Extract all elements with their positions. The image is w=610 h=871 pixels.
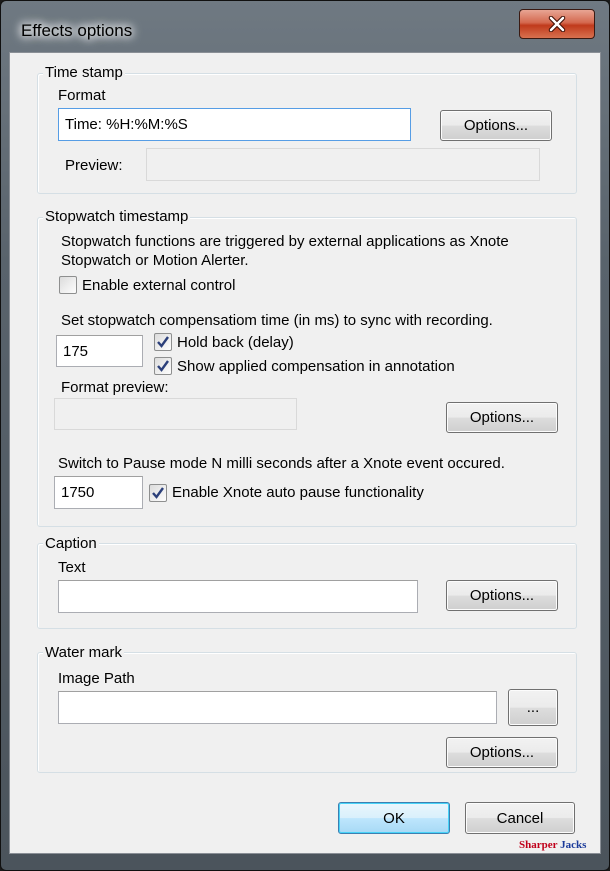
timestamp-preview-label: Preview: — [65, 157, 123, 174]
format-preview-field — [54, 398, 297, 430]
stopwatch-group-label: Stopwatch timestamp — [43, 208, 191, 225]
dialog-client-area: Time stamp Format Time: %H:%M:%S Options… — [9, 52, 601, 854]
checkmark-icon — [152, 487, 164, 499]
timestamp-format-label: Format — [58, 87, 106, 104]
checkmark-icon — [157, 336, 169, 348]
brand-word-sharper: Sharper — [519, 839, 558, 851]
title-bar[interactable]: Effects options — [1, 1, 609, 51]
caption-group-label: Caption — [43, 535, 99, 552]
close-icon — [548, 16, 566, 32]
watermark-options-button[interactable]: Options... — [446, 737, 558, 768]
stopwatch-options-button[interactable]: Options... — [446, 402, 558, 433]
caption-text-input[interactable] — [58, 580, 418, 613]
image-path-label: Image Path — [58, 670, 135, 687]
window-title: Effects options — [21, 21, 133, 40]
show-compensation-checkbox[interactable] — [154, 357, 172, 375]
browse-button[interactable]: ... — [508, 689, 558, 726]
watermark-group-label: Water mark — [43, 644, 124, 661]
pause-mode-input[interactable]: 1750 — [54, 476, 143, 509]
pause-mode-label: Switch to Pause mode N milli seconds aft… — [58, 455, 505, 472]
format-preview-label: Format preview: — [61, 379, 169, 396]
hold-back-checkbox[interactable] — [154, 333, 172, 351]
brand-watermark: Sharper Jacks — [519, 839, 586, 851]
timestamp-group-label: Time stamp — [43, 64, 125, 81]
checkmark-icon — [157, 360, 169, 372]
enable-external-control-checkbox[interactable] — [59, 276, 77, 294]
caption-text-label: Text — [58, 559, 86, 576]
compensation-input[interactable]: 175 — [56, 335, 143, 367]
cancel-button[interactable]: Cancel — [465, 802, 575, 834]
auto-pause-checkbox[interactable] — [149, 484, 167, 502]
timestamp-format-input[interactable]: Time: %H:%M:%S — [58, 108, 411, 141]
caption-options-button[interactable]: Options... — [446, 580, 558, 611]
timestamp-options-button[interactable]: Options... — [440, 110, 552, 141]
timestamp-preview-field — [146, 148, 540, 181]
close-button[interactable] — [519, 9, 595, 39]
effects-options-window: Effects options Time stamp Format Time: … — [0, 0, 610, 871]
compensation-label: Set stopwatch compensatiom time (in ms) … — [61, 312, 493, 329]
enable-external-control-label[interactable]: Enable external control — [82, 277, 235, 294]
image-path-input[interactable] — [58, 691, 497, 724]
show-compensation-label[interactable]: Show applied compensation in annotation — [177, 358, 455, 375]
auto-pause-label[interactable]: Enable Xnote auto pause functionality — [172, 484, 424, 501]
brand-word-jacks: Jacks — [560, 839, 587, 851]
stopwatch-description-line2: Stopwatch or Motion Alerter. — [61, 252, 249, 269]
stopwatch-description-line1: Stopwatch functions are triggered by ext… — [61, 233, 509, 250]
hold-back-label[interactable]: Hold back (delay) — [177, 334, 294, 351]
ok-button[interactable]: OK — [338, 802, 450, 834]
